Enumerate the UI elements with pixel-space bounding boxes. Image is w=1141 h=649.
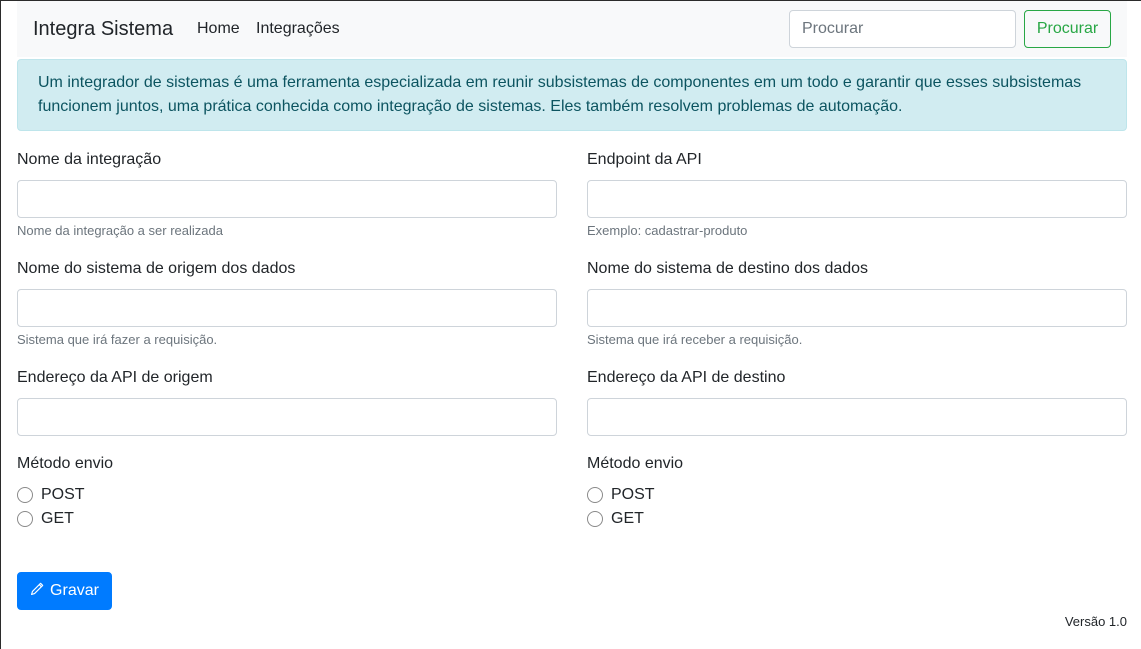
- metodo-origem-label: Método envio: [17, 455, 114, 472]
- sistema-origem-input[interactable]: [17, 289, 557, 327]
- metodo-destino-post-option[interactable]: POST: [587, 485, 655, 505]
- top-navbar: Integra Sistema Home Integrações Procura…: [17, 1, 1127, 57]
- pencil-icon: [30, 582, 44, 601]
- endpoint-help: Exemplo: cadastrar-produto: [587, 223, 748, 238]
- metodo-destino-get-label[interactable]: GET: [611, 509, 644, 529]
- endpoint-label: Endpoint da API: [587, 151, 702, 168]
- metodo-origem-get-label[interactable]: GET: [41, 509, 74, 529]
- save-button-label: Gravar: [50, 582, 99, 599]
- metodo-destino-get-option[interactable]: GET: [587, 509, 644, 529]
- metodo-destino-get-radio[interactable]: [587, 511, 603, 527]
- metodo-origem-post-label[interactable]: POST: [41, 485, 85, 505]
- version-text: Versão 1.0: [1064, 614, 1127, 629]
- search-input[interactable]: [789, 10, 1016, 48]
- sistema-destino-label: Nome do sistema de destino dos dados: [587, 260, 869, 277]
- metodo-origem-get-radio[interactable]: [17, 511, 33, 527]
- metodo-destino-label: Método envio: [587, 455, 684, 472]
- metodo-origem-post-option[interactable]: POST: [17, 485, 85, 505]
- nome-integracao-label: Nome da integração: [17, 151, 162, 168]
- info-alert: Um integrador de sistemas é uma ferramen…: [17, 59, 1127, 131]
- sistema-origem-label: Nome do sistema de origem dos dados: [17, 260, 296, 277]
- sistema-destino-help: Sistema que irá receber a requisição.: [587, 332, 803, 347]
- metodo-destino-post-label[interactable]: POST: [611, 485, 655, 505]
- nome-integracao-input[interactable]: [17, 180, 557, 218]
- metodo-origem-get-option[interactable]: GET: [17, 509, 74, 529]
- sistema-destino-input[interactable]: [587, 289, 1127, 327]
- search-button[interactable]: Procurar: [1024, 10, 1111, 48]
- nav-link-home[interactable]: Home: [197, 19, 240, 39]
- navbar-brand[interactable]: Integra Sistema: [33, 17, 173, 41]
- endpoint-input[interactable]: [587, 180, 1127, 218]
- api-destino-input[interactable]: [587, 398, 1127, 436]
- save-button[interactable]: Gravar: [17, 572, 112, 610]
- api-destino-label: Endereço da API de destino: [587, 369, 786, 386]
- nome-integracao-help: Nome da integração a ser realizada: [17, 223, 223, 238]
- nav-link-integracoes[interactable]: Integrações: [256, 19, 340, 39]
- metodo-destino-post-radio[interactable]: [587, 487, 603, 503]
- api-origem-input[interactable]: [17, 398, 557, 436]
- api-origem-label: Endereço da API de origem: [17, 369, 213, 386]
- sistema-origem-help: Sistema que irá fazer a requisição.: [17, 332, 218, 347]
- metodo-origem-post-radio[interactable]: [17, 487, 33, 503]
